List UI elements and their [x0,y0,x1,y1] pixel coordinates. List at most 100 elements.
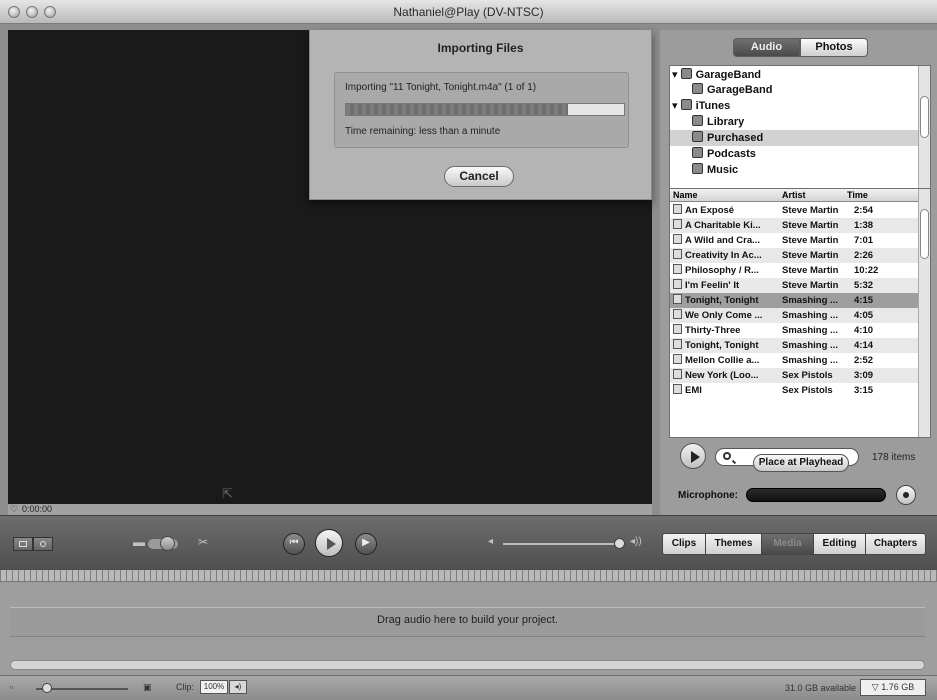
song-time-cell-text: 7:01 [854,235,874,246]
song-time-cell: 4:14 [854,338,894,353]
audio-file-icon [673,264,682,274]
timecode-display: 0:00:00 [22,504,53,514]
cancel-button[interactable]: Cancel [444,166,514,187]
table-row[interactable]: We Only Come ... Smashing ... 4:05 [670,308,919,323]
tab-chapters[interactable]: Chapters [866,533,926,555]
song-name-cell: Mellon Collie a... [673,353,780,368]
volume-slider[interactable] [503,543,621,545]
table-row[interactable]: I'm Feelin' It Steve Martin 5:32 [670,278,919,293]
audio-file-icon [673,219,682,229]
source-item-itunes[interactable]: ▾ iTunes [672,98,920,114]
song-table-scrollbar[interactable] [918,189,930,437]
song-time-cell-text: 2:26 [854,250,874,261]
song-name-cell-text: Creativity In Ac... [685,250,762,261]
items-count: 178 items [872,452,916,463]
fullscreen-play-button[interactable]: ▶ [355,533,377,555]
timeline-scrollbar[interactable] [10,660,925,670]
song-artist-cell: Steve Martin [782,203,846,218]
song-artist-cell-text: Steve Martin [782,265,839,276]
song-time-cell: 10:22 [854,263,894,278]
table-row[interactable]: Tonight, Tonight Smashing ... 4:14 [670,338,919,353]
preview-play-button[interactable] [680,443,706,469]
timeline-ruler[interactable] [0,570,937,582]
record-voiceover-button[interactable] [896,485,916,505]
song-time-cell: 4:10 [854,323,894,338]
table-row[interactable]: A Wild and Cra... Steve Martin 7:01 [670,233,919,248]
table-row[interactable]: Tonight, Tonight Smashing ... 4:15 [670,293,919,308]
table-row[interactable]: Mellon Collie a... Smashing ... 2:52 [670,353,919,368]
source-item-purchased[interactable]: Purchased [670,130,920,146]
clip-volume-label: Clip: [176,682,195,692]
place-at-playhead-button[interactable]: Place at Playhead [753,454,849,472]
column-header-artist[interactable]: Artist [782,190,806,200]
song-time-cell: 3:15 [854,383,894,398]
song-name-cell: Tonight, Tonight [673,293,780,308]
table-row[interactable]: A Charitable Ki... Steve Martin 1:38 [670,218,919,233]
title-bar: Nathaniel@Play (DV-NTSC) [0,0,937,24]
zoom-in-icon[interactable]: ▣ [143,682,152,693]
song-time-cell: 2:26 [854,248,894,263]
song-artist-cell: Smashing ... [782,323,846,338]
audio-toggle[interactable]: Audio [733,38,800,57]
song-name-cell: New York (Loo... [673,368,780,383]
source-item-garageband-folder[interactable]: GarageBand [692,82,920,98]
song-name-cell-text: Philosophy / R... [685,265,759,276]
song-artist-cell-text: Smashing ... [782,295,838,306]
source-item-podcasts[interactable]: Podcasts [692,146,920,162]
timeline-area[interactable]: Drag audio here to build your project. [0,570,937,675]
zoom-out-icon[interactable]: ▫ [10,682,13,692]
table-header: Name Artist Time [670,189,919,202]
source-item-library[interactable]: Library [692,114,920,130]
clip-volume-field[interactable]: 100% [200,680,228,694]
column-header-name[interactable]: Name [673,190,698,200]
tab-editing[interactable]: Editing [814,533,866,555]
source-item-music[interactable]: Music [692,162,920,178]
song-time-cell-text: 4:15 [854,295,874,306]
timecode-strip: ♡ 0:00:00 [8,504,652,515]
song-name-cell: A Wild and Cra... [673,233,780,248]
song-time-cell: 1:38 [854,218,894,233]
scroll-thumb[interactable] [920,209,929,259]
import-progress-bar [345,103,625,116]
disclosure-triangle-icon[interactable]: ▾ [672,100,678,112]
song-name-cell-text: We Only Come ... [685,310,763,321]
song-time-cell-text: 3:09 [854,370,874,381]
source-item-garageband[interactable]: ▾ GarageBand [672,67,920,83]
song-name-cell-text: New York (Loo... [685,370,759,381]
camera-mode-button[interactable] [13,537,33,551]
tab-themes[interactable]: Themes [706,533,762,555]
disclosure-triangle-icon[interactable]: ▾ [672,69,678,81]
source-list-scrollbar[interactable] [918,66,930,208]
table-row[interactable]: Thirty-Three Smashing ... 4:10 [670,323,919,338]
import-status-box: Importing "11 Tonight, Tonight.m4a" (1 o… [334,72,629,148]
photos-toggle[interactable]: Photos [800,38,868,57]
table-row[interactable]: An Exposé Steve Martin 2:54 [670,203,919,218]
song-artist-cell: Steve Martin [782,248,846,263]
disk-space-available: 31.0 GB available [785,683,857,693]
song-name-cell: Philosophy / R... [673,263,780,278]
speaker-icon[interactable]: ◂) [229,680,247,694]
song-name-cell-text: Tonight, Tonight [685,295,759,306]
table-row[interactable]: Creativity In Ac... Steve Martin 2:26 [670,248,919,263]
table-row[interactable]: EMI Sex Pistols 3:15 [670,383,919,398]
scroll-thumb[interactable] [920,96,929,138]
column-header-time[interactable]: Time [847,190,868,200]
view-toggle-knob[interactable] [160,536,175,551]
play-button[interactable] [315,529,343,557]
song-name-cell: Thirty-Three [673,323,780,338]
tab-clips[interactable]: Clips [662,533,706,555]
rewind-button[interactable]: ⏮ [283,533,305,555]
timeline-mode-button[interactable] [33,537,53,551]
volume-slider-knob[interactable] [614,538,625,549]
tab-media[interactable]: Media [762,533,814,555]
audio-file-icon [673,324,682,334]
song-name-cell: Tonight, Tonight [673,338,780,353]
table-row[interactable]: New York (Loo... Sex Pistols 3:09 [670,368,919,383]
timeline-zoom-knob[interactable] [42,683,52,693]
song-artist-cell-text: Steve Martin [782,205,839,216]
audio-track[interactable]: Drag audio here to build your project. [10,607,925,637]
song-artist-cell: Smashing ... [782,338,846,353]
table-row[interactable]: Philosophy / R... Steve Martin 10:22 [670,263,919,278]
song-name-cell-text: Thirty-Three [685,325,741,336]
audio-file-icon [673,339,682,349]
